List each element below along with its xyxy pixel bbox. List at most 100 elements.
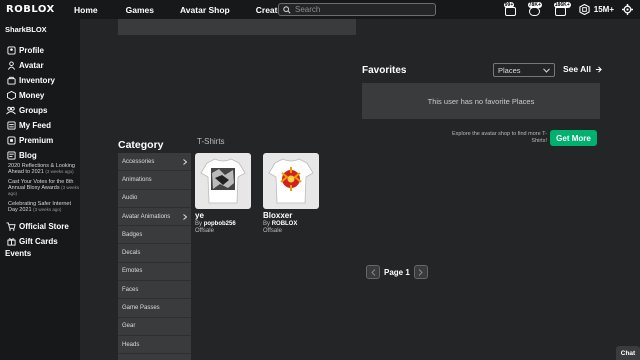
favorites-title: Favorites xyxy=(362,65,407,76)
item-thumbnail[interactable] xyxy=(195,153,251,209)
sidebar-item-premium[interactable]: Premium xyxy=(0,133,80,148)
premium-icon xyxy=(5,136,17,146)
sidebar-events-heading: Events xyxy=(5,249,32,258)
item-card[interactable]: Bloxxer By ROBLOX Offsale xyxy=(263,153,319,234)
sidebar-item-gift-cards[interactable]: Gift Cards xyxy=(0,234,80,249)
blog-icon xyxy=(5,151,17,161)
favorites-empty-panel: This user has no favorite Places xyxy=(362,83,600,119)
item-creator: By ROBLOX xyxy=(263,221,319,227)
inventory-icon xyxy=(5,76,17,86)
sidebar-item-inventory[interactable]: Inventory xyxy=(0,73,80,88)
friends-count: 78K+ xyxy=(527,2,542,8)
sidebar-item-label: Avatar xyxy=(19,61,44,70)
category-item-animations[interactable]: Animations xyxy=(118,171,191,190)
favorites-type-dropdown[interactable]: Places xyxy=(493,63,555,77)
nav-avatar-shop[interactable]: Avatar Shop xyxy=(180,5,230,15)
section-title: T-Shirts xyxy=(197,137,225,146)
creator-link[interactable]: ROBLOX xyxy=(272,221,298,227)
search-box[interactable] xyxy=(278,3,436,16)
category-item-decals[interactable]: Decals xyxy=(118,244,191,263)
blog-post-age: (3 weeks ago) xyxy=(33,207,62,212)
category-item-avatar-animations[interactable]: Avatar Animations xyxy=(118,208,191,227)
category-label: Decals xyxy=(122,250,141,257)
category-label: Badges xyxy=(122,231,143,238)
sidebar-item-label: Money xyxy=(19,91,45,100)
category-label: Game Passes xyxy=(122,305,160,312)
item-status: Offsale xyxy=(195,228,214,234)
category-item-faces[interactable]: Faces xyxy=(118,281,191,300)
category-label: Audio xyxy=(122,195,138,202)
favorites-empty-message: This user has no favorite Places xyxy=(427,96,535,106)
arrow-right-icon xyxy=(595,66,602,73)
category-label: Accessories xyxy=(122,158,155,165)
groups-icon xyxy=(5,106,17,116)
messages-count: 186K+ xyxy=(553,2,571,8)
item-card[interactable]: ye By popbob256 Offsale xyxy=(195,153,251,234)
blog-post-age: (3 weeks ago) xyxy=(45,169,74,174)
sidebar-item-official-store[interactable]: Official Store xyxy=(0,219,80,234)
search-input[interactable] xyxy=(293,5,433,14)
prev-page-button[interactable] xyxy=(366,265,380,279)
sidebar-username[interactable]: SharkBLOX xyxy=(0,19,80,43)
get-more-button[interactable]: Get More xyxy=(550,130,597,146)
sidebar-item-blog[interactable]: Blog xyxy=(0,148,80,163)
category-item-game-passes[interactable]: Game Passes xyxy=(118,299,191,318)
category-item-gear[interactable]: Gear xyxy=(118,318,191,336)
roblox-logo[interactable]: ROBLOX xyxy=(6,4,62,15)
see-all-label: See All xyxy=(563,64,592,74)
item-name[interactable]: ye xyxy=(195,211,251,220)
notifications-icon[interactable]: 99+ xyxy=(501,2,521,17)
messages-icon[interactable]: 186K+ xyxy=(551,2,575,17)
category-label: Animations xyxy=(122,176,152,183)
item-creator: By popbob256 xyxy=(195,221,251,227)
blog-post-link[interactable]: Celebrating Safer Internet Day 2021 (3 w… xyxy=(0,201,80,213)
nav-games[interactable]: Games xyxy=(126,5,154,15)
category-label: Faces xyxy=(122,286,139,293)
robux-icon[interactable] xyxy=(579,4,591,16)
next-page-button[interactable] xyxy=(413,265,428,279)
sidebar-item-label: Profile xyxy=(19,46,44,55)
blog-post-link[interactable]: Cast Your Votes for the 8th Annual Bloxy… xyxy=(0,179,80,197)
sidebar-item-label: Blog xyxy=(19,151,37,160)
sidebar-item-avatar[interactable]: Avatar xyxy=(0,58,80,73)
see-all-link[interactable]: See All xyxy=(563,64,602,74)
chevron-left-icon xyxy=(370,268,376,276)
friends-icon[interactable]: 78K+ xyxy=(525,2,547,17)
sidebar-item-my-feed[interactable]: My Feed xyxy=(0,118,80,133)
category-list: Accessories Animations Audio Avatar Anim… xyxy=(118,153,191,360)
chevron-right-icon xyxy=(418,268,424,276)
sidebar-item-label: Groups xyxy=(19,106,48,115)
creator-link[interactable]: popbob256 xyxy=(204,221,236,227)
search-icon xyxy=(281,4,293,16)
blog-post-link[interactable]: 2020 Reflections & Looking Ahead to 2021… xyxy=(0,163,80,175)
item-name[interactable]: Bloxxer xyxy=(263,211,319,220)
category-label: Emotes xyxy=(122,268,143,275)
category-item-heads[interactable]: Heads xyxy=(118,336,191,355)
category-item-audio[interactable]: Audio xyxy=(118,190,191,208)
sidebar-item-profile[interactable]: Profile xyxy=(0,43,80,58)
sidebar-item-label: My Feed xyxy=(19,121,52,130)
left-sidebar: SharkBLOX Profile Avatar Inventory Money… xyxy=(0,19,80,360)
gift-icon xyxy=(5,237,17,247)
dropdown-value: Places xyxy=(498,65,521,75)
category-item-accessories[interactable]: Accessories xyxy=(118,153,191,172)
sidebar-item-groups[interactable]: Groups xyxy=(0,103,80,118)
sidebar-item-label: Inventory xyxy=(19,76,56,85)
top-icons: 99+ 78K+ 186K+ 15M+ xyxy=(501,0,640,19)
explore-shop-text: Explore the avatar shop to find more T-S… xyxy=(452,131,547,144)
notifications-count: 99+ xyxy=(503,2,515,8)
item-status: Offsale xyxy=(263,228,282,234)
settings-gear-icon[interactable] xyxy=(620,3,634,17)
category-item-badges[interactable]: Badges xyxy=(118,226,191,245)
category-label: Avatar Animations xyxy=(122,213,171,220)
chat-button[interactable]: Chat xyxy=(616,346,640,360)
item-thumbnail[interactable] xyxy=(263,153,319,209)
sidebar-item-money[interactable]: Money xyxy=(0,88,80,103)
sidebar-item-label: Gift Cards xyxy=(19,237,58,246)
robux-balance[interactable]: 15M+ xyxy=(594,5,614,14)
previous-section-panel xyxy=(118,19,356,35)
chevron-right-icon xyxy=(183,158,187,165)
category-item-emotes[interactable]: Emotes xyxy=(118,263,191,282)
avatar-icon xyxy=(5,61,17,71)
nav-home[interactable]: Home xyxy=(74,5,98,15)
